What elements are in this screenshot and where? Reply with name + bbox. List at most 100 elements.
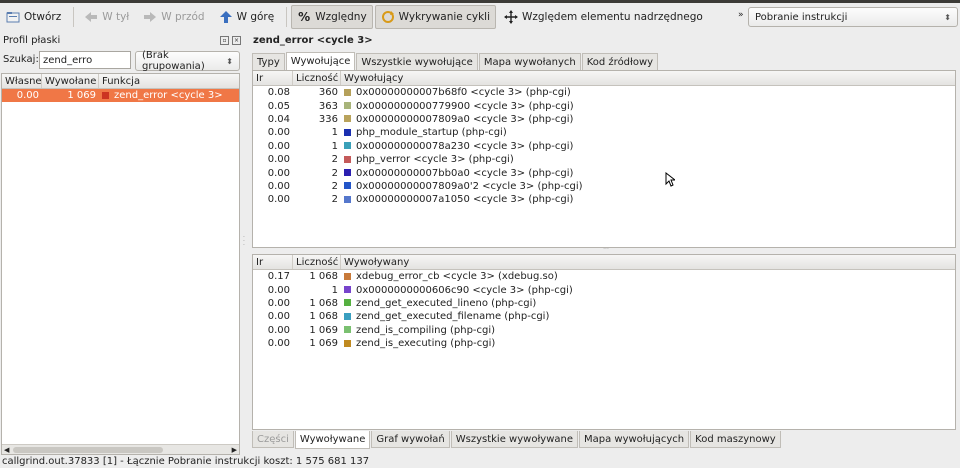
cost-color-swatch [344,195,351,203]
scroll-right-icon[interactable]: ▶ [232,446,239,454]
event-type-value: Pobranie instrukcji [755,11,848,23]
self-cost: 0.00 [16,90,39,102]
arrow-right-icon [143,10,157,24]
relative-label: Względny [315,11,367,23]
column-header-callee[interactable]: Wywoływany [341,255,955,269]
table-row[interactable]: 0.00 1 0x0000000000606c90 <cycle 3> (php-c… [253,283,955,296]
tab-parts[interactable]: Części [252,431,294,448]
tab-call-graph[interactable]: Graf wywołań [371,431,450,448]
tab-types[interactable]: Typy [252,53,285,70]
table-row[interactable]: 0.00 1 php_module_startup (php-cgi) [253,126,955,139]
back-label: W tył [102,11,130,23]
forward-label: W przód [161,11,205,23]
call-count: 1 068 [309,271,338,283]
cycle-icon [381,10,395,24]
ir-cost: 0.00 [267,167,290,179]
column-header-function[interactable]: Funkcja [99,74,239,88]
table-row[interactable]: 0.00 2 0x00000000007809a0'2 <cycle 3> (php… [253,180,955,193]
toolbar-overflow-icon[interactable]: » [738,10,744,20]
relative-toggle[interactable]: % Względny [291,5,373,29]
column-header-called[interactable]: Wywołane [42,74,99,88]
panel-title: Profil płaski [3,35,61,46]
splitter-handle[interactable]: ··· [243,235,246,249]
tab-all-callers[interactable]: Wszystkie wywołujące [356,53,478,70]
arrow-left-icon [84,10,98,24]
close-icon[interactable]: × [232,36,241,45]
splitter-handle[interactable]: ··· [600,247,612,253]
horizontal-scrollbar[interactable]: ◀ ▶ [2,444,239,454]
scrollbar-thumb[interactable] [13,446,164,453]
list-item[interactable]: 0.00 1 069 zend_error <cycle 3> [2,89,239,103]
move-arrows-icon [504,10,518,24]
tab-source-code[interactable]: Kod źródłowy [581,53,659,70]
table-row[interactable]: 0.00 1 069 zend_is_compiling (php-cgi) [253,324,955,337]
table-row[interactable]: 0.00 1 068 zend_get_executed_filename (php… [253,310,955,323]
event-type-select[interactable]: Pobranie instrukcji ⬍ [748,7,958,27]
column-header-ir[interactable]: Ir [253,255,293,269]
table-row[interactable]: 0.05 363 0x0000000000779900 <cycle 3> (php… [253,99,955,112]
column-header-caller[interactable]: Wywołujący [341,71,955,85]
column-header-count[interactable]: Liczność [293,255,341,269]
flat-profile-panel: Profil płaski ▫ × Szukaj: zend_erro (Bra… [0,31,243,455]
function-name: xdebug_error_cb <cycle 3> (xdebug.so) [356,271,558,283]
ir-cost: 0.00 [267,297,290,309]
function-name: 0x00000000007809a0'2 <cycle 3> (php-cgi) [356,180,583,192]
back-button[interactable]: W tył [78,5,135,29]
call-count: 1 [331,127,338,139]
cost-color-swatch [102,91,109,99]
table-row[interactable]: 0.00 1 068 zend_get_executed_lineno (php-c… [253,297,955,310]
function-name: 0x0000000000606c90 <cycle 3> (php-cgi) [356,284,573,296]
forward-button[interactable]: W przód [137,5,210,29]
table-row[interactable]: 0.08 360 0x00000000007b68f0 <cycle 3> (php… [253,86,955,99]
grouping-select[interactable]: (Brak grupowania) ⬍ [135,50,240,72]
open-button[interactable]: Otwórz [0,5,67,29]
tab-callees[interactable]: Wywoływane [294,431,371,449]
cost-color-swatch [344,299,351,307]
table-row[interactable]: 0.00 2 0x00000000007bb0a0 <cycle 3> (php-c… [253,166,955,179]
selected-function-title: zend_error <cycle 3> [253,35,373,46]
call-count: 1 068 [309,297,338,309]
ir-cost: 0.05 [267,100,290,112]
toolbar-separator [286,7,288,27]
cost-color-swatch [344,182,351,190]
table-row[interactable]: 0.00 1 069 zend_is_executing (php-cgi) [253,337,955,350]
tab-callee-map[interactable]: Mapa wywołanych [478,53,581,70]
call-count: 2 [331,167,338,179]
flat-profile-list: Własne Wywołane Funkcja 0.00 1 069 zend_… [1,73,240,455]
scroll-left-icon[interactable]: ◀ [2,446,9,454]
table-row[interactable]: 0.04 336 0x00000000007809a0 <cycle 3> (php… [253,113,955,126]
up-button[interactable]: W górę [213,5,281,29]
toolbar-separator [73,7,75,27]
search-value: zend_erro [43,54,93,66]
call-count: 1 069 [309,324,338,336]
cost-color-swatch [344,128,351,136]
call-count: 1 [331,284,338,296]
select-arrows-icon: ⬍ [944,12,951,22]
folder-icon [6,10,20,24]
float-icon[interactable]: ▫ [220,36,229,45]
status-bar: callgrind.out.37833 [1] - Łącznie Pobran… [0,456,960,468]
column-header-count[interactable]: Liczność [293,71,341,85]
cost-color-swatch [344,272,351,280]
cost-color-swatch [344,312,351,320]
tab-machine-code[interactable]: Kod maszynowy [690,431,781,448]
search-input[interactable]: zend_erro [39,51,131,69]
cycle-detection-toggle[interactable]: Wykrywanie cykli [374,5,496,29]
column-header-ir[interactable]: Ir [253,71,293,85]
tab-caller-map[interactable]: Mapa wywołujących [579,431,690,448]
tab-all-callees[interactable]: Wszystkie wywoływane [450,431,578,448]
tab-callers[interactable]: Wywołujące [285,52,356,70]
ir-cost: 0.08 [267,87,290,99]
table-row[interactable]: 0.00 2 php_verror <cycle 3> (php-cgi) [253,153,955,166]
table-row[interactable]: 0.17 1 068 xdebug_error_cb <cycle 3> (xdeb… [253,270,955,283]
flat-profile-header: Profil płaski ▫ × [0,34,243,47]
table-row[interactable]: 0.00 2 0x00000000007a1050 <cycle 3> (php-c… [253,193,955,206]
table-row[interactable]: 0.00 1 0x000000000078a230 <cycle 3> (php-c… [253,140,955,153]
relative-parent-toggle[interactable]: Względem elementu nadrzędnego [498,5,709,29]
function-name: php_module_startup (php-cgi) [356,127,507,139]
ir-cost: 0.00 [267,338,290,350]
column-header-self[interactable]: Własne [2,74,42,88]
function-name: zend_get_executed_filename (php-cgi) [356,311,550,323]
cost-color-swatch [344,326,351,334]
callees-header: Ir Liczność Wywoływany [253,255,955,270]
